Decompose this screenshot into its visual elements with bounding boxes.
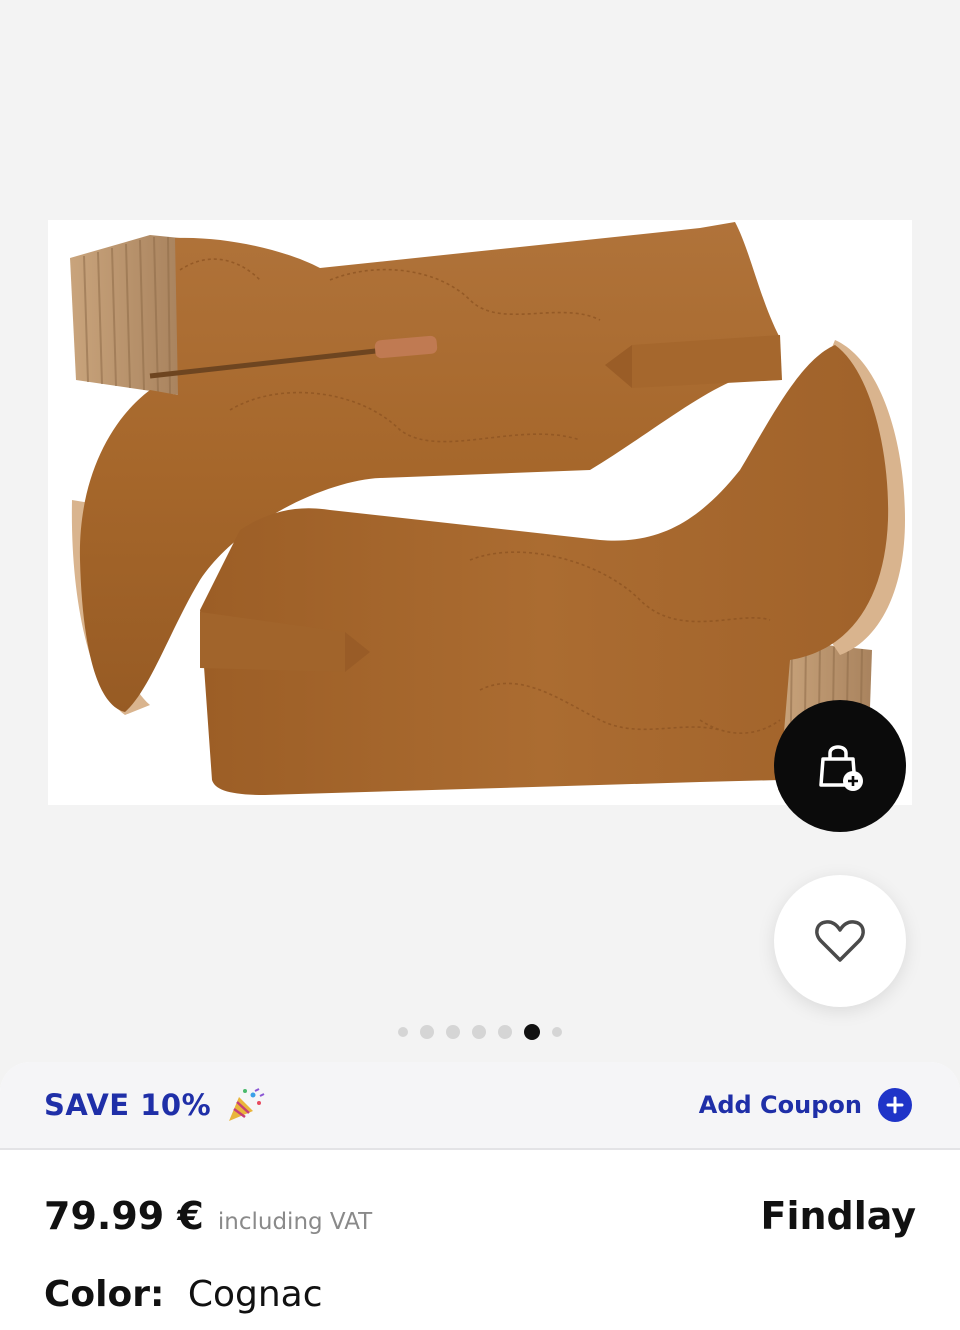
coupon-bar: SAVE 10% Add Coupon	[0, 1062, 960, 1150]
carousel-pagination[interactable]	[0, 1024, 960, 1040]
heart-icon	[815, 920, 865, 962]
upper-boot-heel	[70, 235, 180, 395]
wishlist-button[interactable]	[774, 875, 906, 1007]
carousel-dot[interactable]	[472, 1025, 486, 1039]
add-to-bag-button[interactable]	[774, 700, 906, 832]
carousel-dot[interactable]	[398, 1027, 408, 1037]
save-offer: SAVE 10%	[44, 1087, 265, 1123]
carousel-dot[interactable]	[446, 1025, 460, 1039]
color-selection: Color: Cognac	[44, 1274, 323, 1315]
price-group: 79.99 € including VAT	[44, 1194, 372, 1238]
carousel-dot[interactable]	[420, 1025, 434, 1039]
add-coupon-button[interactable]: Add Coupon	[699, 1088, 912, 1122]
bag-plus-icon	[819, 745, 863, 791]
party-popper-icon	[229, 1088, 265, 1121]
brand-name[interactable]: Findlay	[760, 1194, 916, 1238]
product-page: SAVE 10% Add Coupon 79.99 € including VA…	[0, 0, 960, 1330]
save-text: SAVE 10%	[44, 1088, 212, 1122]
color-value: Cognac	[187, 1274, 323, 1315]
vat-note: including VAT	[217, 1209, 373, 1235]
add-coupon-label: Add Coupon	[698, 1091, 862, 1119]
plus-circle-icon	[878, 1088, 912, 1122]
product-gallery[interactable]	[0, 0, 960, 1090]
carousel-dot[interactable]	[552, 1027, 562, 1037]
price: 79.99 €	[44, 1194, 204, 1238]
carousel-dot[interactable]	[498, 1025, 512, 1039]
carousel-dot-active[interactable]	[524, 1024, 540, 1040]
color-label: Color:	[44, 1274, 165, 1315]
product-info-sheet: SAVE 10% Add Coupon 79.99 € including VA…	[0, 1062, 960, 1330]
price-row: 79.99 € including VAT Findlay	[44, 1194, 916, 1238]
